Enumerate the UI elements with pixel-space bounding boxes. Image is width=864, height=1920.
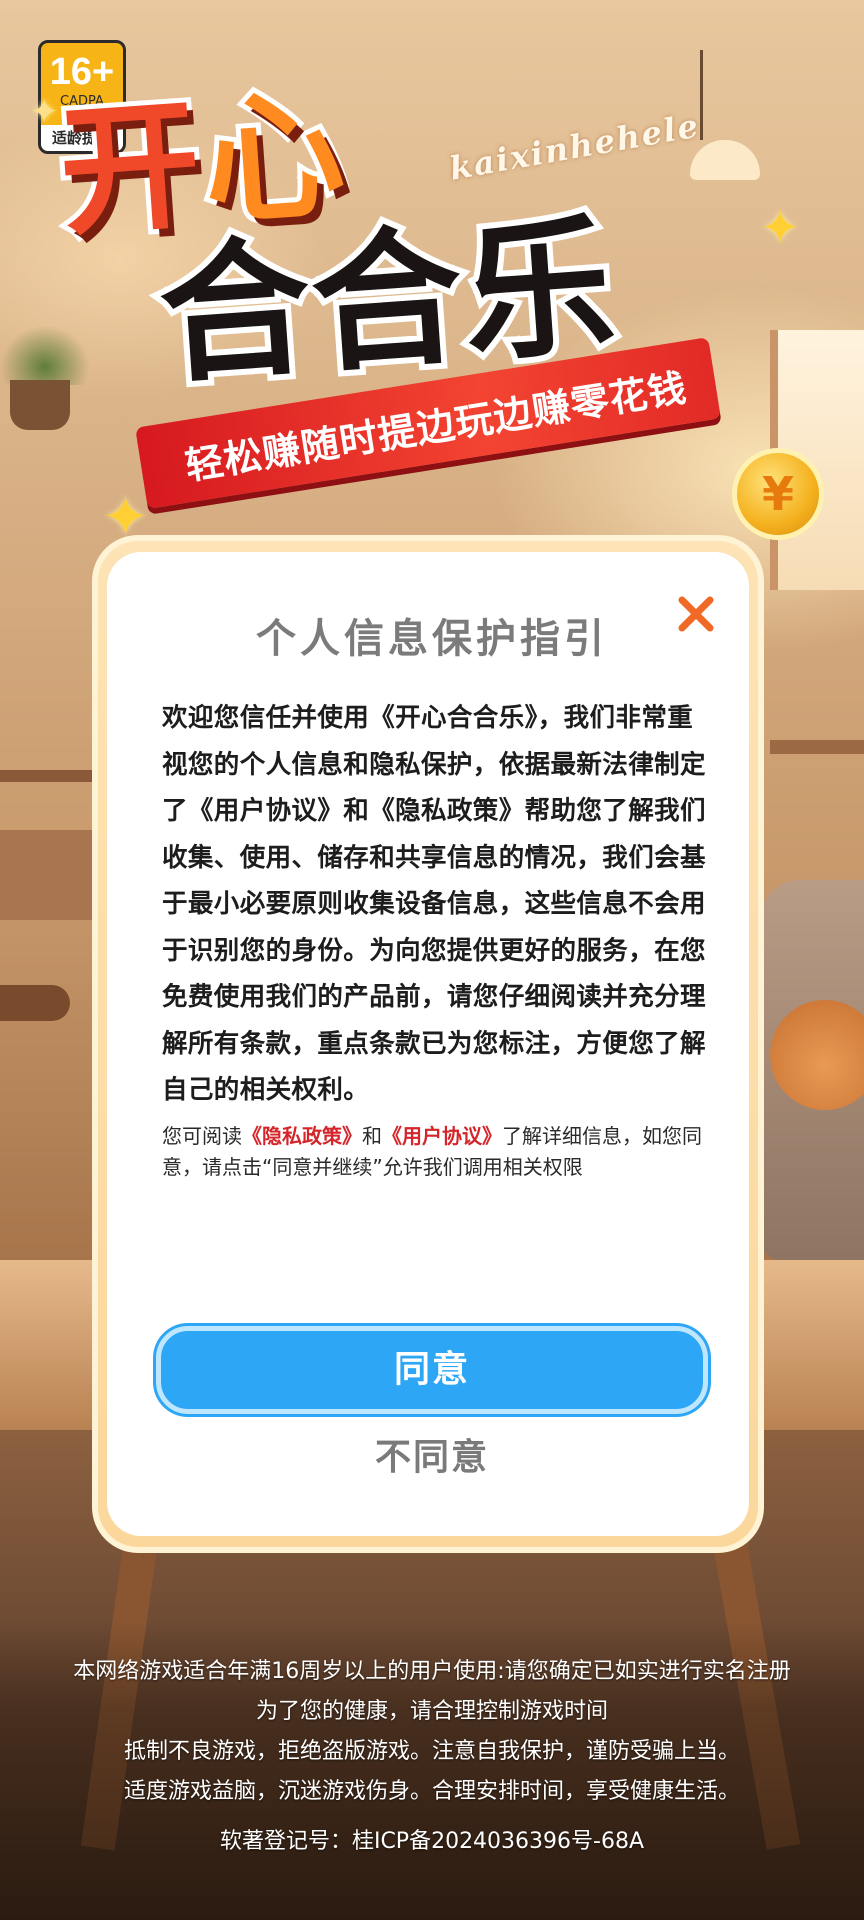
- star-icon: ✦: [30, 92, 59, 132]
- star-icon: ✦: [760, 200, 801, 256]
- footer-gaming-advice-1: 抵制不良游戏，拒绝盗版游戏。注意自我保护，谨防受骗上当。: [123, 1739, 740, 1764]
- background-lamp-cord: [700, 50, 753, 140]
- disagree-button[interactable]: 不同意: [332, 1432, 532, 1484]
- close-button[interactable]: [670, 588, 722, 640]
- close-icon: [678, 596, 714, 632]
- background-right-shelf: [770, 740, 864, 754]
- dialog-note-text: 您可阅读《隐私政策》和《用户协议》了解详细信息，如您同意，请点击“同意并继续”允…: [162, 1121, 722, 1183]
- coin-icon: ¥: [732, 448, 824, 540]
- note-prefix: 您可阅读: [162, 1124, 242, 1148]
- user-agreement-link[interactable]: 《用户协议》: [382, 1124, 502, 1148]
- privacy-policy-link[interactable]: 《隐私政策》: [242, 1124, 362, 1148]
- agree-button[interactable]: 同意: [156, 1326, 708, 1414]
- note-and: 和: [362, 1124, 382, 1148]
- background-plant-pot: [10, 380, 70, 430]
- dialog-title: 个人信息保护指引: [256, 616, 608, 662]
- background-plant: [0, 325, 90, 385]
- footer-gaming-advice-2: 适度游戏益脑，沉迷游戏伤身。合理安排时间，享受健康生活。: [123, 1779, 740, 1804]
- footer-registration-number: 软著登记号：桂ICP备2024036396号-68A: [219, 1829, 645, 1854]
- dialog-body-text: 欢迎您信任并使用《开心合合乐》，我们非常重视您的个人信息和隐私保护，依据最新法律…: [162, 703, 706, 1105]
- footer-age-notice: 本网络游戏适合年满16周岁以上的用户使用:请您确定已如实进行实名注册: [73, 1659, 791, 1684]
- background-stool: [0, 985, 70, 1021]
- footer-notice: 本网络游戏适合年满16周岁以上的用户使用:请您确定已如实进行实名注册 为了您的健…: [0, 1652, 864, 1862]
- footer-health-notice: 为了您的健康，请合理控制游戏时间: [255, 1699, 608, 1724]
